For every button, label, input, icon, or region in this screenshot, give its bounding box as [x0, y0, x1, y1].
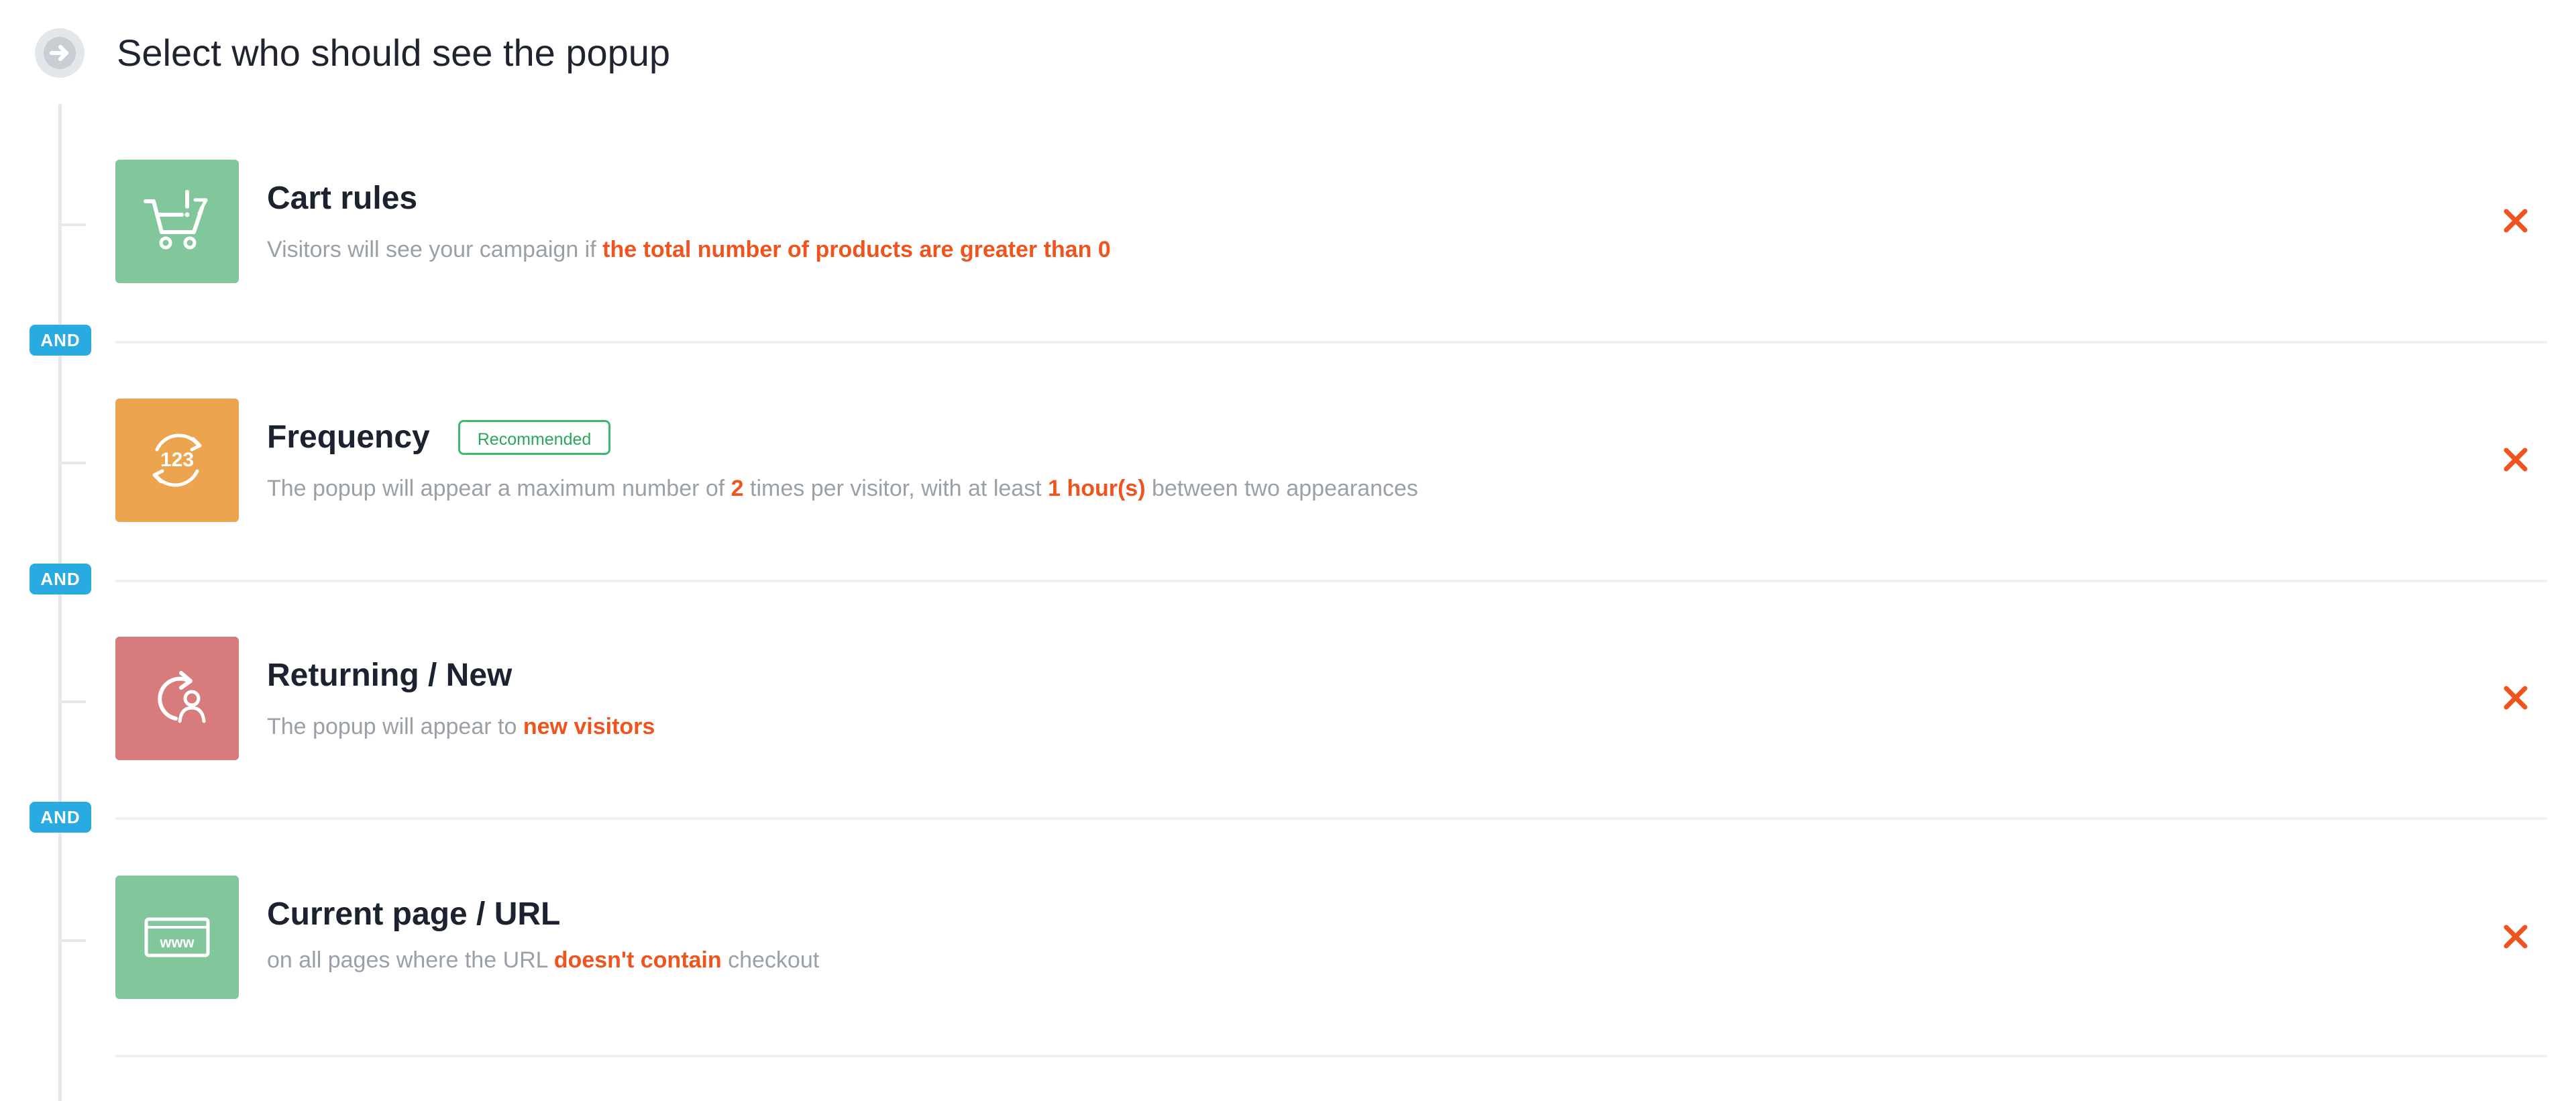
recommended-badge: Recommended [458, 420, 611, 455]
www-url-icon: www [115, 876, 239, 999]
highlighted-max-count[interactable]: 2 [731, 476, 744, 501]
highlighted-visitor-type[interactable]: new visitors [523, 714, 655, 739]
arrow-right-circle-icon [35, 28, 85, 78]
rule-title: Returning / New [267, 658, 513, 693]
rule-description: Visitors will see your campaign if the t… [267, 237, 1111, 262]
rule-divider [115, 580, 2547, 582]
svg-text:123: 123 [160, 449, 194, 471]
and-connector-badge: AND [30, 802, 91, 833]
timeline-tick [62, 462, 86, 464]
remove-rule-button[interactable] [2495, 677, 2536, 719]
highlighted-operator[interactable]: doesn't contain [554, 947, 722, 973]
close-x-icon [2504, 925, 2528, 949]
svg-text:www: www [159, 934, 195, 951]
rule-cart-rules[interactable]: Cart rules Visitors will see your campai… [115, 160, 2547, 284]
close-x-icon [2504, 209, 2528, 233]
close-x-icon [2504, 686, 2528, 710]
rule-title: Current page / URL [267, 896, 561, 932]
highlighted-condition[interactable]: the total number of products are greater… [602, 237, 1111, 262]
rule-description: on all pages where the URL doesn't conta… [267, 947, 820, 973]
close-x-icon [2504, 448, 2528, 472]
timeline-tick [62, 939, 86, 942]
cart-alert-icon [115, 160, 239, 283]
rule-title: Cart rules [267, 180, 418, 216]
rule-description: The popup will appear to new visitors [267, 714, 655, 739]
frequency-123-icon: 123 [115, 399, 239, 522]
timeline-line [58, 104, 62, 1101]
rule-divider [115, 341, 2547, 344]
returning-visitor-icon [115, 637, 239, 760]
and-connector-badge: AND [30, 325, 91, 356]
rule-returning-new[interactable]: Returning / New The popup will appear to… [115, 637, 2547, 762]
and-connector-badge: AND [30, 564, 91, 594]
timeline-tick [62, 223, 86, 226]
rule-frequency[interactable]: 123 Frequency Recommended The popup will… [115, 399, 2547, 523]
rule-title: Frequency [267, 419, 430, 455]
targeting-page: Select who should see the popup AND AND … [0, 0, 2576, 1101]
remove-rule-button[interactable] [2495, 439, 2536, 480]
remove-rule-button[interactable] [2495, 916, 2536, 957]
rule-divider [115, 1055, 2547, 1057]
remove-rule-button[interactable] [2495, 200, 2536, 242]
timeline-tick [62, 700, 86, 703]
page-title: Select who should see the popup [117, 32, 671, 74]
rule-divider [115, 817, 2547, 820]
rule-description: The popup will appear a maximum number o… [267, 476, 1418, 501]
rule-current-page-url[interactable]: www Current page / URL on all pages wher… [115, 876, 2547, 1000]
highlighted-interval[interactable]: 1 hour(s) [1048, 476, 1145, 501]
